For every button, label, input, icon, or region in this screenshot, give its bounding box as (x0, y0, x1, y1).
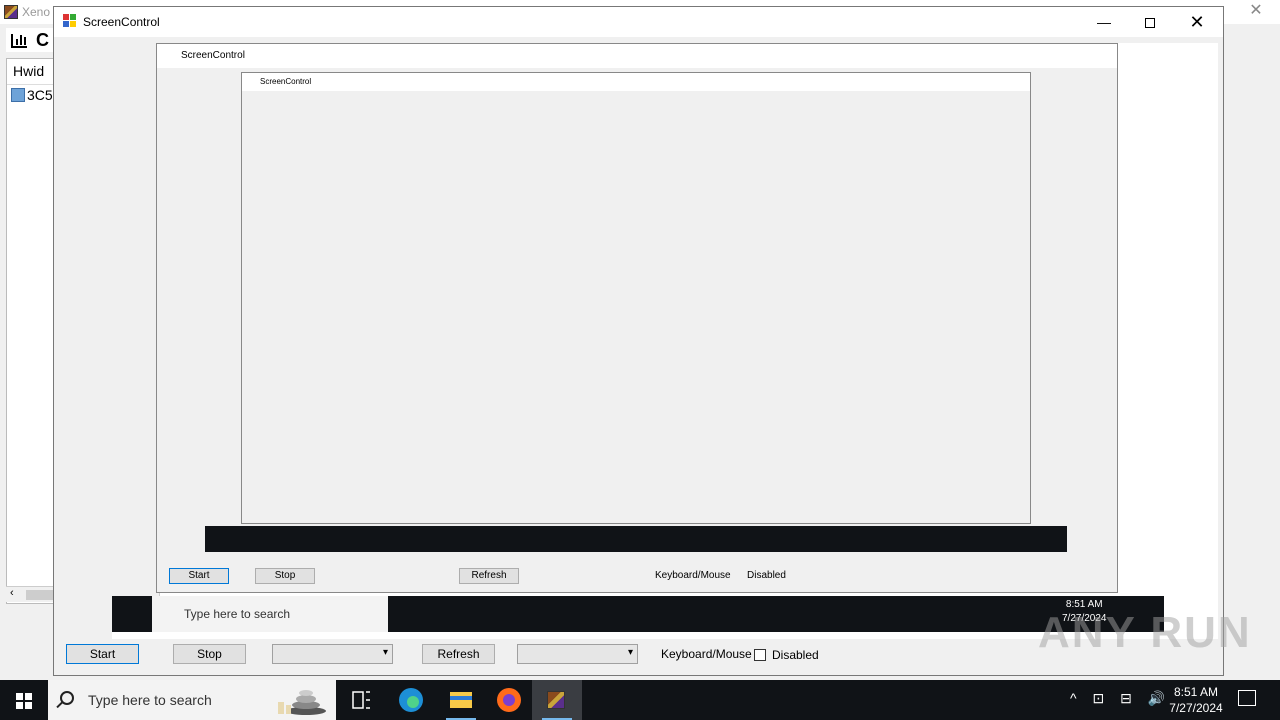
chevron-down-icon: ▾ (382, 647, 388, 658)
screencontrol-window: ScreenControl — ✕ ScreenControl ScreenCo… (53, 6, 1224, 676)
close-button[interactable]: ✕ (1174, 7, 1220, 37)
list-item[interactable]: 3C5 (11, 87, 53, 103)
app-icon (4, 5, 18, 19)
remote-screencontrol-window: ScreenControl ScreenControl Start Stop R… (156, 43, 1118, 593)
firefox-icon[interactable] (486, 680, 536, 720)
task-view-icon[interactable] (336, 680, 386, 720)
search-highlight-image (270, 686, 330, 716)
bar-chart-icon (11, 34, 27, 48)
background-app-tab-label: C (36, 30, 49, 50)
taskbar-search-box[interactable]: Type here to search (48, 680, 336, 720)
file-explorer-icon[interactable] (436, 680, 486, 720)
remote-nested-window: ScreenControl (241, 72, 1031, 524)
window-title: ScreenControl (83, 15, 160, 29)
screencontrol-titlebar[interactable]: ScreenControl — ✕ (54, 7, 1223, 37)
remote-refresh-button: Refresh (459, 568, 519, 584)
search-placeholder: Type here to search (88, 692, 212, 708)
maximize-icon (1145, 18, 1155, 29)
scroll-left-icon[interactable]: ‹ (10, 587, 14, 599)
remote-start-button: Start (169, 568, 229, 584)
client-icon (11, 88, 25, 102)
clock-date: 7/27/2024 (1169, 701, 1223, 715)
remote-stop-button: Stop (255, 568, 315, 584)
remote-keyboard-mouse-label: Keyboard/Mouse (655, 570, 731, 581)
minimize-button[interactable]: — (1081, 7, 1127, 37)
stop-button[interactable]: Stop (173, 644, 246, 664)
refresh-button[interactable]: Refresh (422, 644, 495, 664)
remote-disabled-label: Disabled (747, 570, 786, 581)
system-tray-icons[interactable]: ^ ⊡ ⊟ 🔊 (1070, 690, 1171, 707)
chevron-down-icon: ▾ (627, 647, 633, 658)
windows-start-button[interactable] (0, 680, 48, 720)
horizontal-scrollbar[interactable]: ‹ (6, 586, 56, 602)
edge-browser-icon[interactable] (386, 680, 436, 720)
disabled-label: Disabled (772, 648, 819, 662)
remote-taskbar: Type here to search 8:51 AM 7/27/2024 (112, 596, 1164, 632)
remote-nested-title: ScreenControl (242, 73, 1030, 91)
maximize-button[interactable] (1127, 7, 1173, 37)
clock[interactable]: 8:51 AM 7/27/2024 (1168, 684, 1224, 716)
remote-window-title: ScreenControl (157, 44, 1117, 68)
clock-time: 8:51 AM (1173, 685, 1219, 699)
background-app-title: Xeno (22, 5, 51, 19)
client-list[interactable]: Hwid 3C5 (6, 58, 54, 604)
remote-desktop-frame: ScreenControl ScreenControl Start Stop R… (112, 43, 1218, 639)
client-hwid: 3C5 (27, 87, 53, 103)
background-app-tab[interactable]: C (6, 28, 54, 52)
screen-select-dropdown[interactable]: ▾ (272, 644, 393, 664)
remote-background-app (112, 43, 160, 623)
anyrun-watermark: ANY RUN (1038, 608, 1252, 657)
start-button[interactable]: Start (66, 644, 139, 664)
remote-search-box: Type here to search (152, 596, 388, 632)
column-header-hwid[interactable]: Hwid (7, 59, 53, 85)
taskbar: Type here to search ^ ⊡ ⊟ 🔊 8:51 AM 7/27… (0, 680, 1280, 720)
search-icon (60, 691, 74, 705)
notification-icon[interactable] (1238, 690, 1256, 706)
remote-taskbar-small (205, 526, 1067, 552)
screencontrol-app-icon (63, 14, 77, 28)
app-icon (547, 691, 565, 709)
scroll-thumb[interactable] (26, 590, 56, 600)
keyboard-mouse-label: Keyboard/Mouse (661, 647, 752, 661)
xeno-app-taskbar-icon[interactable] (532, 680, 582, 720)
close-icon[interactable]: ✕ (1246, 1, 1266, 21)
disabled-checkbox[interactable] (754, 649, 766, 661)
quality-select-dropdown[interactable]: ▾ (517, 644, 638, 664)
remote-screen-view[interactable]: ScreenControl ScreenControl Start Stop R… (112, 43, 1218, 639)
